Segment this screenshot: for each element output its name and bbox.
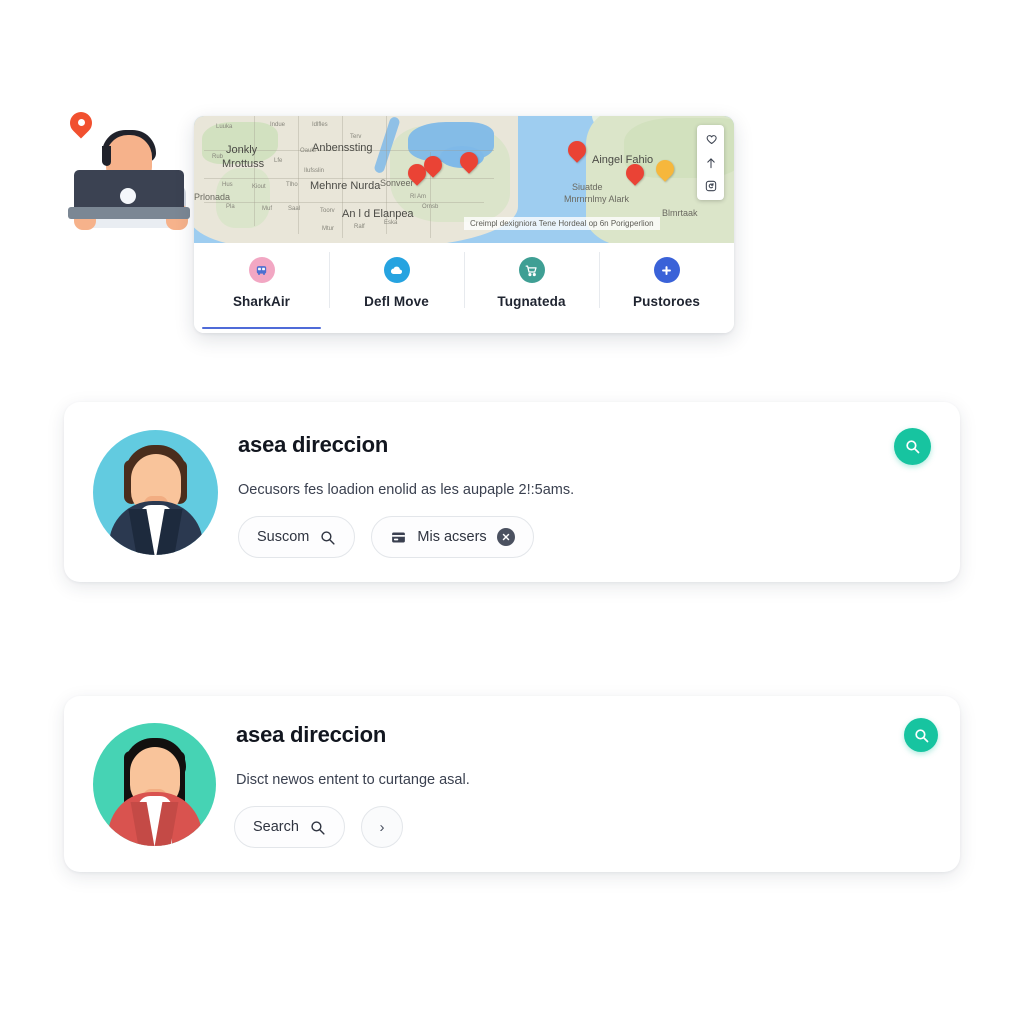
map-border-line — [386, 116, 387, 234]
map-tab-bar[interactable]: SharkAir Defl Move Tugnateda Pustoroes — [194, 243, 734, 333]
map-tab-defl-move[interactable]: Defl Move — [329, 243, 464, 333]
cloud-icon — [383, 257, 410, 283]
map-tab-label: Defl Move — [364, 294, 429, 309]
person-hair-side — [102, 146, 111, 166]
card-description: Disct newos entent to curtange asal. — [236, 772, 470, 788]
map-terrain-green — [202, 122, 278, 164]
profile-card: asea direccion Oecusors fes loadion enol… — [64, 402, 960, 582]
map-card: Jonkly Mrottuss Anbenssting Mehnre Nurda An … — [194, 116, 734, 333]
chevron-right-button[interactable]: › — [360, 806, 403, 848]
map-border-line — [204, 178, 494, 179]
map-pin-red[interactable] — [456, 148, 482, 177]
map-border-line — [204, 150, 494, 151]
search-icon — [321, 530, 335, 545]
plus-icon — [653, 257, 680, 283]
person-with-laptop-illustration — [60, 107, 210, 282]
search-icon — [914, 728, 928, 742]
map-border-line — [342, 116, 343, 238]
search-icon — [311, 820, 325, 835]
share-arrow-up-icon[interactable] — [697, 151, 724, 174]
map-viewport[interactable]: Jonkly Mrottuss Anbenssting Mehnre Nurda An … — [194, 116, 734, 243]
map-pin-orange[interactable] — [652, 156, 678, 185]
chip-mis-acsers[interactable]: Mis acsers — [371, 516, 534, 558]
chip-suscom[interactable]: Suscom — [238, 516, 356, 558]
laptop-base — [68, 207, 190, 219]
chip-label: Search — [253, 819, 299, 835]
search-action-button[interactable] — [894, 428, 931, 465]
chip-label: Suscom — [257, 529, 310, 545]
map-tab-label: SharkAir — [232, 294, 291, 309]
map-pin-red[interactable] — [622, 160, 648, 189]
avatar — [93, 430, 218, 555]
chip-row: Search › — [234, 806, 403, 848]
laptop-logo — [120, 188, 136, 204]
refresh-icon[interactable] — [697, 174, 724, 197]
chip-label: Mis acsers — [417, 529, 487, 545]
map-tab-sharkair[interactable]: SharkAir — [194, 243, 329, 333]
map-pin-red[interactable] — [564, 137, 590, 166]
card-icon — [392, 532, 406, 542]
close-circle-icon[interactable] — [496, 528, 515, 546]
map-tab-label: Pustoroes — [633, 294, 700, 309]
hero-section: Jonkly Mrottuss Anbenssting Mehnre Nurda An … — [0, 0, 1024, 360]
map-controls[interactable] — [697, 125, 724, 200]
location-pin-icon — [65, 107, 97, 142]
search-icon — [906, 440, 920, 454]
chip-search[interactable]: Search — [234, 806, 345, 848]
avatar — [93, 723, 216, 846]
search-action-button[interactable] — [904, 718, 938, 752]
map-border-line — [254, 116, 255, 226]
map-terrain-green — [216, 168, 270, 228]
map-tab-label: Tugnateda — [497, 294, 566, 309]
map-border-line — [204, 202, 484, 203]
bus-icon — [248, 257, 275, 283]
map-tab-pustoroes[interactable]: Pustoroes — [599, 243, 734, 333]
map-pin-red[interactable] — [420, 152, 446, 181]
card-description: Oecusors fes loadion enolid as les aupap… — [238, 482, 575, 498]
map-border-line — [298, 116, 299, 234]
profile-card: asea direccion Disct newos entent to cur… — [64, 696, 960, 872]
map-attribution: Creimpl dexigniora Tene Hordeal op 6n Po… — [464, 217, 660, 230]
card-title: asea direccion — [236, 722, 387, 747]
favorite-heart-icon[interactable] — [697, 128, 724, 151]
cart-icon — [518, 257, 545, 283]
card-title: asea direccion — [238, 432, 389, 457]
chip-row: Suscom Mis acsers — [238, 516, 534, 558]
chevron-right-icon: › — [379, 818, 385, 836]
map-tab-tugnateda[interactable]: Tugnateda — [464, 243, 599, 333]
active-tab-indicator — [202, 326, 321, 329]
